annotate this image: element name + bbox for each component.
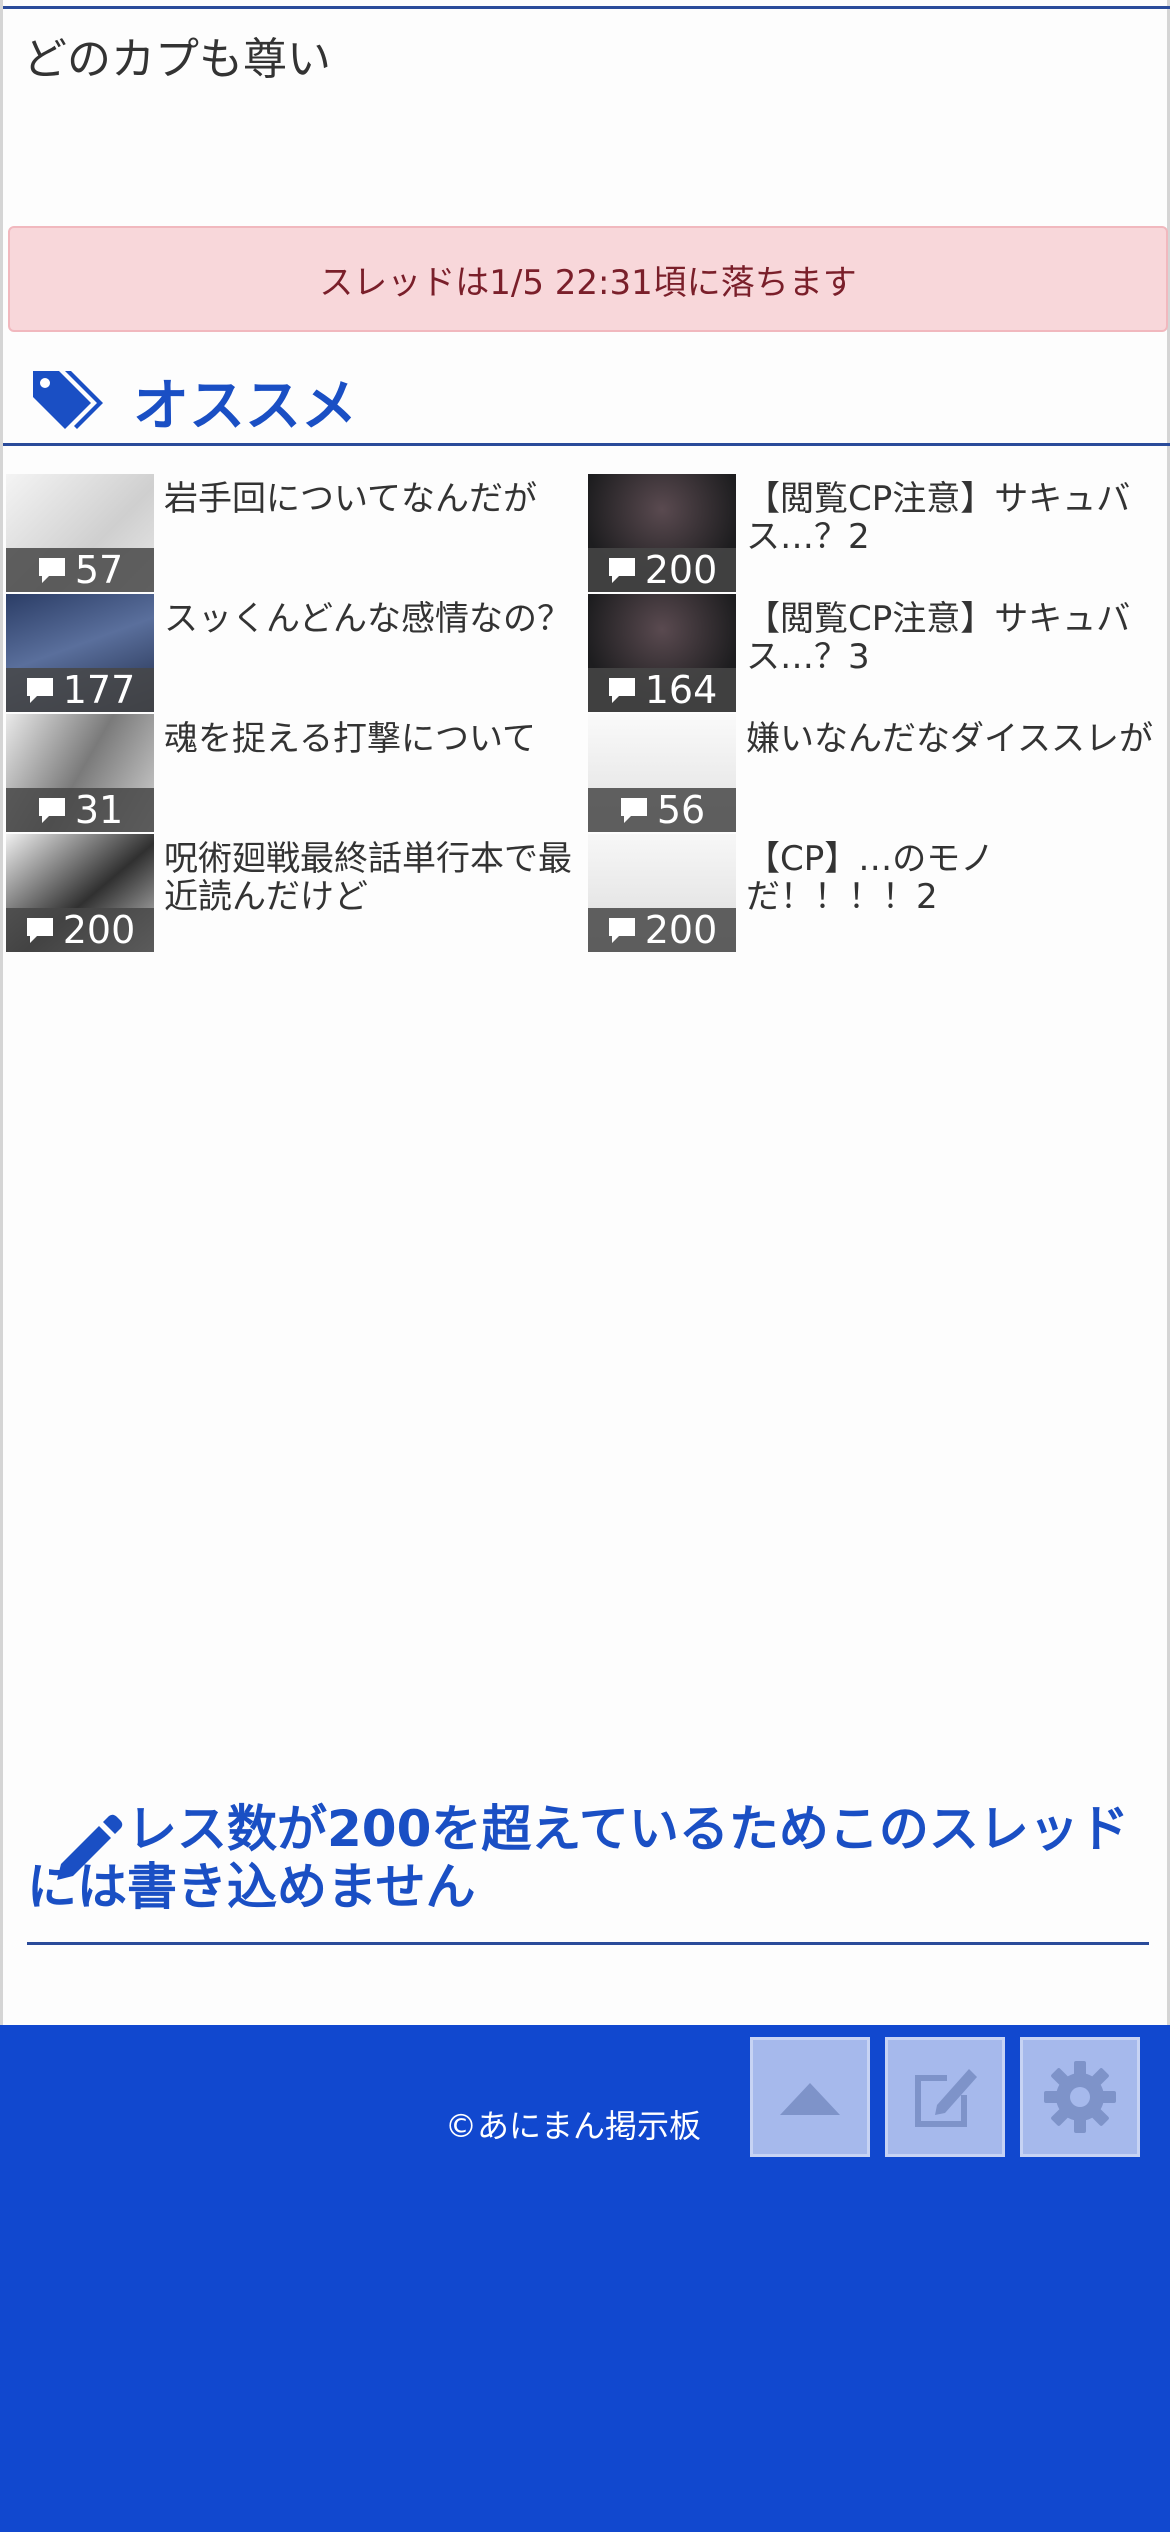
edit-icon [915,2069,977,2127]
thread-title[interactable]: 岩手回についてなんだが [164,480,574,592]
reply-count-badge: 31 [6,788,154,832]
caret-up-icon [780,2083,840,2115]
alert-text: スレッドは1/5 22:31頃に落ちます [319,262,857,303]
reply-count: 200 [644,548,718,592]
recommend-item[interactable]: 57 岩手回についてなんだが [6,474,588,592]
recommend-item[interactable]: 164 【閲覧CP注意】サキュバス…？3 [588,594,1170,712]
recommend-header: オススメ [3,360,1170,446]
thread-title[interactable]: 【CP】…のモノだ！！！！2 [746,840,1156,952]
scroll-top-button[interactable] [750,2037,870,2157]
thread-thumbnail: 57 [6,474,154,592]
thread-expiry-alert: スレッドは1/5 22:31頃に落ちます [8,226,1168,332]
reply-count-badge: 200 [588,908,736,952]
thread-thumbnail: 200 [588,834,736,952]
top-divider [3,6,1170,9]
comment-icon [38,798,65,823]
gear-icon [1044,2061,1116,2133]
comment-icon [38,558,65,583]
recommend-list: 57 岩手回についてなんだが 200 【閲覧CP注意】サキュバス…？2 177 [6,474,1170,952]
comment-icon [26,678,53,703]
pencil-icon [57,1814,123,1880]
recommend-title: オススメ [133,374,357,439]
thread-title[interactable]: 呪術廻戦最終話単行本で最近読んだけど [164,840,574,952]
recommend-item[interactable]: 56 嫌いなんだなダイススレが [588,714,1170,832]
copyright: ©あにまん掲示板 [445,2107,702,2145]
thread-thumbnail: 200 [588,474,736,592]
comment-icon [608,918,635,943]
reply-count: 56 [656,788,706,832]
reply-count-badge: 200 [6,908,154,952]
thread-title[interactable]: 嫌いなんだなダイススレが [746,720,1156,832]
comment-icon [620,798,647,823]
recommend-item[interactable]: 31 魂を捉える打撃について [6,714,588,832]
recommend-item[interactable]: 177 スッくんどんな感情なの？ [6,594,588,712]
recommend-item[interactable]: 200 【CP】…のモノだ！！！！2 [588,834,1170,952]
comment-icon [608,558,635,583]
comment-icon [608,678,635,703]
recommend-item[interactable]: 200 【閲覧CP注意】サキュバス…？2 [588,474,1170,592]
thread-title[interactable]: 魂を捉える打撃について [164,720,574,832]
reply-count-badge: 164 [588,668,736,712]
post-body: どのカプも尊い [23,34,331,85]
thread-thumbnail: 200 [6,834,154,952]
recommend-item[interactable]: 200 呪術廻戦最終話単行本で最近読んだけど [6,834,588,952]
reply-count: 200 [62,908,136,952]
write-button[interactable] [885,2037,1005,2157]
closed-notice-text: レス数が200を超えているためこのスレッドには書き込めません [27,1800,1129,1916]
footer: ©あにまん掲示板 [0,2025,1170,2532]
thread-title[interactable]: 【閲覧CP注意】サキュバス…？3 [746,600,1156,712]
thread-title[interactable]: スッくんどんな感情なの？ [164,600,574,712]
reply-count-badge: 200 [588,548,736,592]
thread-thumbnail: 164 [588,594,736,712]
thread-thumbnail: 31 [6,714,154,832]
thread-closed-notice: レス数が200を超えているためこのスレッドには書き込めません [27,1800,1149,1945]
settings-button[interactable] [1020,2037,1140,2157]
reply-count: 164 [644,668,718,712]
reply-count: 177 [62,668,136,712]
tag-icon [33,370,103,429]
reply-count-badge: 57 [6,548,154,592]
reply-count: 200 [644,908,718,952]
comment-icon [26,918,53,943]
reply-count: 31 [74,788,124,832]
thread-thumbnail: 177 [6,594,154,712]
thread-page: どのカプも尊い スレッドは1/5 22:31頃に落ちます オススメ 57 岩手回… [0,0,1170,2025]
reply-count: 57 [74,548,124,592]
thread-title[interactable]: 【閲覧CP注意】サキュバス…？2 [746,480,1156,592]
thread-thumbnail: 56 [588,714,736,832]
reply-count-badge: 177 [6,668,154,712]
reply-count-badge: 56 [588,788,736,832]
